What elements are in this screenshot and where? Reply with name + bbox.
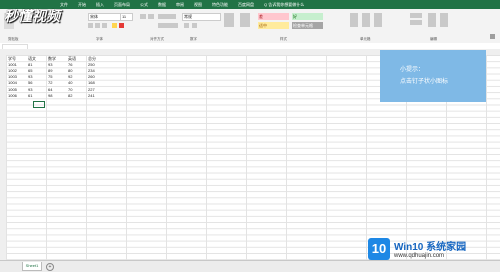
- table-cell[interactable]: 72: [48, 80, 52, 85]
- percent-icon[interactable]: [184, 23, 189, 28]
- ribbon-tab[interactable]: 文件: [60, 2, 68, 8]
- underline-icon[interactable]: [102, 23, 107, 28]
- table-cell[interactable]: 82: [68, 93, 72, 98]
- table-cell[interactable]: 英语: [68, 56, 76, 62]
- table-cell[interactable]: 234: [88, 68, 95, 73]
- ribbon-tab[interactable]: 百度网盘: [238, 2, 254, 8]
- table-cell[interactable]: 1004: [8, 80, 17, 85]
- ribbon-group-label: 对齐方式: [150, 37, 164, 41]
- conditional-format-button[interactable]: [224, 13, 234, 27]
- format-cells-icon[interactable]: [374, 13, 382, 27]
- ribbon-tab[interactable]: 审阅: [176, 2, 184, 8]
- table-cell[interactable]: 学号: [8, 56, 16, 62]
- comma-icon[interactable]: [192, 23, 197, 28]
- bold-icon[interactable]: [88, 23, 93, 28]
- table-cell[interactable]: 1003: [8, 74, 17, 79]
- brand-url: www.qdhuajin.com: [394, 253, 445, 259]
- table-cell[interactable]: 92: [68, 74, 72, 79]
- fill-color-icon[interactable]: [112, 23, 117, 28]
- title-bar: 文件 开始 插入 页面布局 公式 数据 审阅 视图 特色功能 百度网盘 Q 告诉我你想要做什么: [0, 0, 500, 9]
- italic-icon[interactable]: [95, 23, 100, 28]
- watermark-logo: 秒懂视频: [4, 9, 60, 25]
- style-neutral[interactable]: 适中: [258, 22, 289, 29]
- brand-logo-badge: 10: [368, 238, 390, 260]
- ribbon-tab[interactable]: 数据: [158, 2, 166, 8]
- sort-filter-icon[interactable]: [428, 13, 436, 27]
- ribbon-tab[interactable]: 插入: [96, 2, 104, 8]
- table-cell[interactable]: 1005: [8, 87, 17, 92]
- table-cell[interactable]: 65: [28, 68, 32, 73]
- table-cell[interactable]: 227: [88, 87, 95, 92]
- insert-cells-icon[interactable]: [350, 13, 358, 27]
- font-name-select[interactable]: 宋体: [88, 13, 121, 21]
- brand-logo: 10 Win10 系统家园 www.qdhuajin.com: [368, 236, 496, 268]
- tip-box: 小提示： 点击钉子状小图标: [380, 50, 486, 102]
- font-size-select[interactable]: 11: [120, 13, 133, 21]
- table-cell[interactable]: 81: [28, 62, 32, 67]
- table-cell[interactable]: 93: [48, 62, 52, 67]
- table-cell[interactable]: 1001: [8, 62, 17, 67]
- table-cell[interactable]: 70: [68, 87, 72, 92]
- table-cell[interactable]: 40: [68, 80, 72, 85]
- fill-icon[interactable]: [410, 20, 422, 25]
- ribbon-tab[interactable]: 页面布局: [114, 2, 130, 8]
- table-cell[interactable]: 98: [48, 93, 52, 98]
- table-cell[interactable]: 80: [68, 68, 72, 73]
- sheet-tab[interactable]: Sheet1: [22, 262, 42, 271]
- table-cell[interactable]: 64: [48, 87, 52, 92]
- ribbon-tab[interactable]: Q 告诉我你想要做什么: [264, 2, 304, 8]
- ribbon-group-label: 数字: [190, 37, 197, 41]
- table-cell[interactable]: 89: [48, 68, 52, 73]
- table-cell[interactable]: 1002: [8, 68, 17, 73]
- font-color-icon[interactable]: [119, 23, 124, 28]
- format-as-table-button[interactable]: [240, 13, 250, 27]
- ribbon: 宋体 11 常规 差 好 适中 检查单元格 剪贴板 字体 对齐方式 数字 样式 单元格 编辑: [0, 9, 500, 44]
- selected-cell[interactable]: [33, 101, 45, 108]
- table-cell[interactable]: 168: [88, 80, 95, 85]
- table-cell[interactable]: 语文: [28, 56, 36, 62]
- style-good[interactable]: 好: [292, 13, 323, 20]
- ribbon-group-labels: 剪贴板 字体 对齐方式 数字 样式 单元格 编辑: [0, 37, 500, 42]
- style-check[interactable]: 检查单元格: [292, 22, 323, 29]
- table-cell[interactable]: 76: [68, 62, 72, 67]
- autosum-icon[interactable]: [410, 13, 422, 18]
- brand-title: Win10 系统家园: [394, 242, 467, 253]
- table-cell[interactable]: 241: [88, 93, 95, 98]
- ribbon-group-label: 单元格: [360, 37, 371, 41]
- wrap-text-icon[interactable]: [158, 14, 176, 19]
- find-select-icon[interactable]: [440, 13, 448, 27]
- ribbon-group-label: 剪贴板: [8, 37, 19, 41]
- style-bad[interactable]: 差: [258, 13, 289, 20]
- ribbon-tab-strip: 文件 开始 插入 页面布局 公式 数据 审阅 视图 特色功能 百度网盘 Q 告诉我你想要做什么: [60, 1, 304, 8]
- number-format-select[interactable]: 常规: [182, 13, 221, 21]
- ribbon-tab[interactable]: 特色功能: [212, 2, 228, 8]
- table-cell[interactable]: 56: [28, 80, 32, 85]
- table-cell[interactable]: 260: [88, 74, 95, 79]
- table-cell[interactable]: 1006: [8, 93, 17, 98]
- align-left-icon[interactable]: [140, 14, 146, 19]
- ribbon-tab[interactable]: 开始: [78, 2, 86, 8]
- ribbon-group-label: 编辑: [430, 37, 437, 41]
- align-center-icon[interactable]: [148, 14, 154, 19]
- delete-cells-icon[interactable]: [362, 13, 370, 27]
- table-cell[interactable]: 93: [28, 74, 32, 79]
- merge-center-icon[interactable]: [158, 23, 178, 28]
- tip-body: 点击钉子状小图标: [400, 79, 449, 85]
- ribbon-group-label: 字体: [96, 37, 103, 41]
- formula-input[interactable]: [40, 44, 495, 48]
- ribbon-tab[interactable]: 视图: [194, 2, 202, 8]
- table-cell[interactable]: 250: [88, 62, 95, 67]
- ribbon-group-label: 样式: [280, 37, 287, 41]
- add-sheet-icon[interactable]: +: [46, 263, 54, 271]
- table-cell[interactable]: 61: [28, 93, 32, 98]
- table-cell[interactable]: 总分: [88, 56, 96, 62]
- table-cell[interactable]: 93: [28, 87, 32, 92]
- table-cell[interactable]: 数学: [48, 56, 56, 62]
- table-cell[interactable]: 75: [48, 74, 52, 79]
- tip-title: 小提示：: [400, 67, 425, 73]
- ribbon-tab[interactable]: 公式: [140, 2, 148, 8]
